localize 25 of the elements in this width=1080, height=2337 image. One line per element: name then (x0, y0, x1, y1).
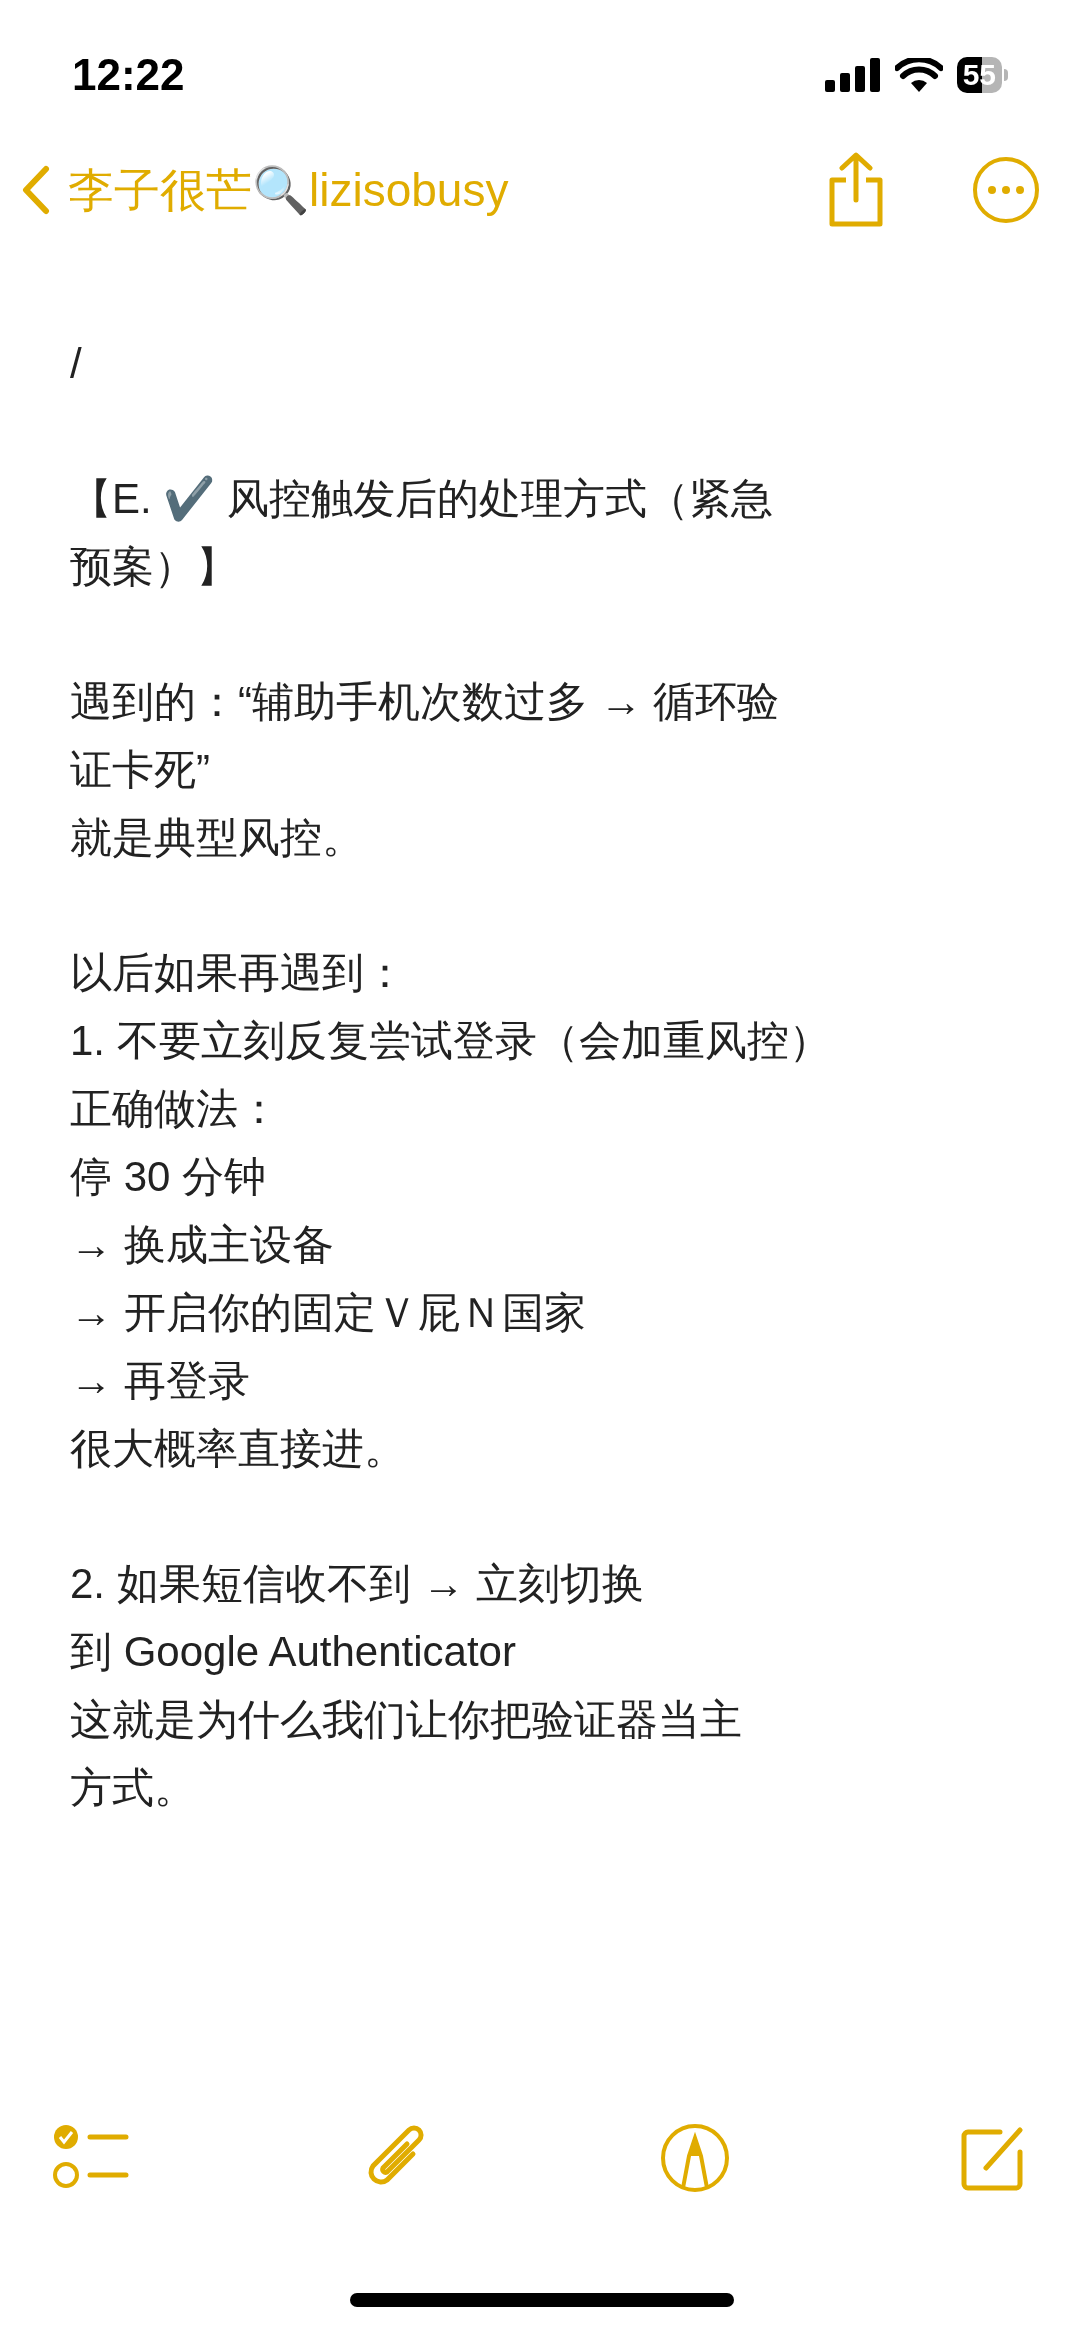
note-line: 正确做法： (70, 1084, 280, 1134)
note-line: → 换成主设备 (70, 1220, 334, 1270)
note-line: 以后如果再遇到： (70, 948, 406, 998)
wifi-icon (894, 58, 943, 92)
note-line: → 开启你的固定Ｖ屁Ｎ国家 (70, 1288, 586, 1338)
note-line: 很大概率直接进。 (70, 1424, 406, 1474)
note-line: 到 Google Authenticator (70, 1627, 516, 1677)
note-line: 1. 不要立刻反复尝试登录（会加重风控） (70, 1016, 831, 1066)
note-line: 这就是为什么我们让你把验证器当主 (70, 1695, 742, 1745)
note-line: 【E. ✔ 风控触发后的处理方式（紧急 (70, 474, 774, 524)
back-chevron-icon (22, 165, 50, 215)
status-time: 12:22 (72, 49, 185, 101)
note-line: 遇到的：“辅助手机次数过多 → 循环验 (70, 677, 780, 727)
note-line: 就是典型风控。 (70, 813, 364, 863)
markup-button[interactable] (659, 2122, 732, 2194)
note-line: 预案）】 (70, 542, 238, 592)
note-line: / (70, 339, 82, 389)
note-line: → 再登录 (70, 1356, 250, 1406)
note-line: 2. 如果短信收不到 → 立刻切换 (70, 1559, 645, 1609)
more-button[interactable] (972, 156, 1040, 224)
back-button[interactable]: 李子很芒🔍lizisobusy (22, 155, 509, 225)
note-line: 停 30 分钟 (70, 1152, 267, 1202)
note-line: 方式。 (70, 1763, 196, 1813)
signal-icon (824, 58, 881, 92)
note-line: 证卡死” (70, 745, 210, 795)
